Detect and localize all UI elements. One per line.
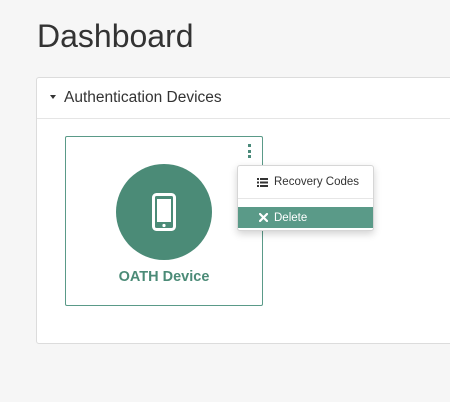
device-actions-dropdown: Recovery Codes Delete bbox=[237, 165, 374, 231]
menu-item-recovery-codes[interactable]: Recovery Codes bbox=[238, 172, 373, 192]
mobile-phone-icon bbox=[152, 193, 176, 231]
kebab-menu-icon[interactable] bbox=[244, 143, 254, 159]
menu-item-delete[interactable]: Delete bbox=[238, 207, 373, 228]
menu-item-label: Delete bbox=[274, 211, 308, 224]
panel-header-toggle[interactable]: Authentication Devices bbox=[37, 78, 450, 119]
device-name: OATH Device bbox=[118, 269, 210, 285]
close-icon bbox=[259, 213, 268, 222]
menu-divider bbox=[238, 198, 373, 199]
panel-title: Authentication Devices bbox=[64, 89, 222, 106]
caret-down-icon bbox=[50, 95, 56, 99]
list-icon bbox=[257, 177, 268, 187]
menu-item-label: Recovery Codes bbox=[274, 176, 360, 188]
page-title: Dashboard bbox=[37, 18, 194, 54]
device-icon-circle bbox=[116, 164, 212, 260]
device-card[interactable]: OATH Device bbox=[65, 136, 263, 306]
